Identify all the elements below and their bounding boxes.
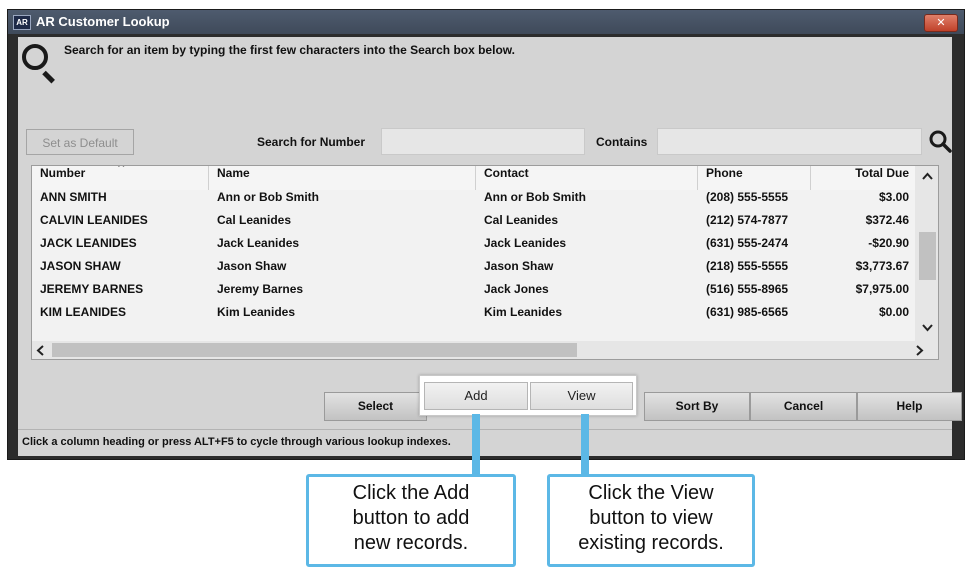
cell-name: Jason Shaw	[217, 259, 287, 273]
table-row[interactable]: KIM LEANIDES Kim Leanides Kim Leanides (…	[32, 305, 915, 328]
cancel-button[interactable]: Cancel	[750, 392, 857, 421]
select-button[interactable]: Select	[324, 392, 427, 421]
contains-input[interactable]	[657, 128, 922, 155]
horizontal-scroll-thumb[interactable]	[52, 343, 577, 357]
cell-name: Jack Leanides	[217, 236, 300, 250]
column-header-contact[interactable]: Contact	[476, 166, 698, 190]
cell-name: Jeremy Barnes	[217, 282, 304, 296]
column-header-phone[interactable]: Phone	[698, 166, 811, 190]
cell-name: Kim Leanides	[217, 305, 296, 319]
cell-phone: (208) 555-5555	[706, 190, 789, 204]
add-callout-line: Click the Add	[352, 482, 470, 504]
cell-contact: Jason Shaw	[484, 259, 554, 273]
cell-contact: Jack Leanides	[484, 236, 567, 250]
view-callout-line: Click the View	[588, 482, 714, 504]
vertical-scrollbar[interactable]	[915, 166, 938, 341]
cell-phone: (516) 555-8965	[706, 282, 789, 296]
search-go-icon[interactable]	[928, 129, 952, 153]
set-as-default-button[interactable]: Set as Default	[26, 129, 134, 155]
cell-number: ANN SMITH	[40, 190, 107, 204]
scroll-down-icon[interactable]	[922, 324, 933, 332]
table-header: Number ^ Name Contact Phone Total Due	[32, 166, 915, 190]
status-text: Click a column heading or press ALT+F5 t…	[22, 436, 451, 448]
cell-contact: Jack Jones	[484, 282, 549, 296]
add-button[interactable]: Add	[424, 382, 528, 410]
cell-contact: Kim Leanides	[484, 305, 563, 319]
cell-total-due: $7,975.00	[855, 282, 909, 296]
view-callout-line: existing records.	[578, 532, 724, 554]
cell-phone: (631) 555-2474	[706, 236, 789, 250]
table-row[interactable]: ANN SMITH Ann or Bob Smith Ann or Bob Sm…	[32, 190, 915, 213]
close-button[interactable]: ✕	[924, 14, 958, 32]
contains-label: Contains	[596, 135, 648, 149]
window-title: AR Customer Lookup	[36, 14, 170, 29]
cell-number: JACK LEANIDES	[40, 236, 137, 250]
view-callout-connector	[581, 414, 589, 476]
add-callout-line: button to add	[352, 507, 470, 529]
cell-contact: Ann or Bob Smith	[484, 190, 586, 204]
cell-total-due: $3,773.67	[855, 259, 909, 273]
scroll-right-icon[interactable]	[916, 345, 924, 356]
cell-name: Ann or Bob Smith	[217, 190, 319, 204]
add-callout-connector	[472, 414, 480, 476]
cell-contact: Cal Leanides	[484, 213, 559, 227]
app-icon: AR	[13, 15, 31, 30]
cell-phone: (631) 985-6565	[706, 305, 789, 319]
help-button[interactable]: Help	[857, 392, 962, 421]
scroll-up-icon[interactable]	[922, 172, 933, 180]
column-header-total-due[interactable]: Total Due	[811, 166, 915, 190]
column-header-name[interactable]: Name	[209, 166, 476, 190]
cell-total-due: -$20.90	[868, 236, 909, 250]
cell-total-due: $372.46	[865, 213, 909, 227]
cell-phone: (218) 555-5555	[706, 259, 789, 273]
search-number-input[interactable]	[381, 128, 585, 155]
vertical-scroll-thumb[interactable]	[919, 232, 936, 280]
cell-number: JEREMY BARNES	[40, 282, 144, 296]
sort-by-button[interactable]: Sort By	[644, 392, 750, 421]
table-row[interactable]: JACK LEANIDES Jack Leanides Jack Leanide…	[32, 236, 915, 259]
cell-total-due: $3.00	[878, 190, 909, 204]
add-callout-line: new records.	[353, 532, 469, 554]
sort-ascending-icon: ^	[117, 165, 126, 174]
title-bar[interactable]: AR AR Customer Lookup ✕	[8, 10, 964, 34]
view-callout-line: button to view	[589, 507, 713, 529]
search-number-label: Search for Number	[257, 135, 366, 149]
cell-number: JASON SHAW	[40, 259, 121, 273]
cell-total-due: $0.00	[878, 305, 909, 319]
scroll-left-icon[interactable]	[36, 345, 44, 356]
table-row[interactable]: JEREMY BARNES Jeremy Barnes Jack Jones (…	[32, 282, 915, 305]
table-row[interactable]: CALVIN LEANIDES Cal Leanides Cal Leanide…	[32, 213, 915, 236]
status-divider	[18, 429, 952, 430]
instruction-text: Search for an item by typing the first f…	[64, 43, 515, 57]
cell-number: KIM LEANIDES	[40, 305, 127, 319]
view-callout: Click the View button to view existing r…	[547, 474, 755, 567]
view-button[interactable]: View	[530, 382, 633, 410]
cell-number: CALVIN LEANIDES	[40, 213, 148, 227]
table-row[interactable]: JASON SHAW Jason Shaw Jason Shaw (218) 5…	[32, 259, 915, 282]
cell-name: Cal Leanides	[217, 213, 292, 227]
horizontal-scrollbar[interactable]	[32, 341, 938, 359]
customer-table: Number ^ Name Contact Phone Total Due AN…	[31, 165, 939, 360]
cell-phone: (212) 574-7877	[706, 213, 789, 227]
add-callout: Click the Add button to add new records.	[306, 474, 516, 567]
